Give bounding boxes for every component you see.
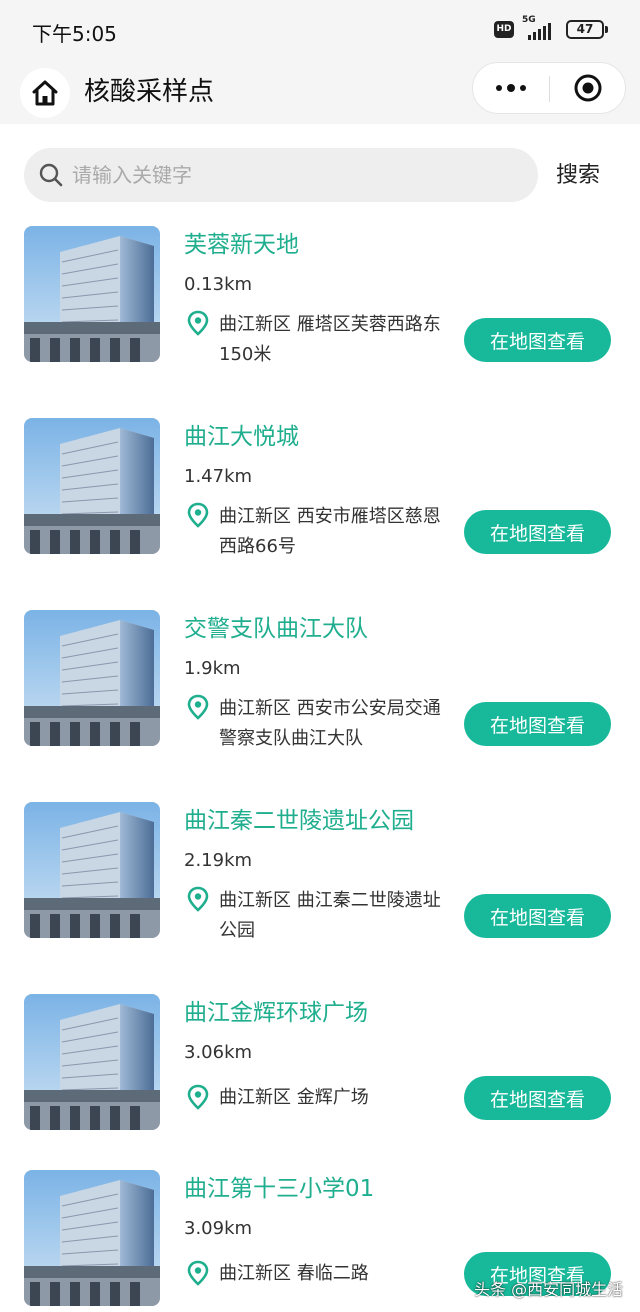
more-button[interactable] — [473, 63, 549, 113]
status-icons: HD 5G 47 — [494, 15, 608, 42]
building-image — [24, 994, 160, 1130]
list-item: 芙蓉新天地 0.13km 曲江新区 雁塔区芙蓉西路东150米 在地图查看 — [0, 226, 640, 376]
site-thumbnail[interactable] — [24, 610, 160, 746]
site-name[interactable]: 曲江大悦城 — [184, 420, 299, 454]
site-name[interactable]: 芙蓉新天地 — [184, 228, 299, 262]
site-thumbnail[interactable] — [24, 418, 160, 554]
site-thumbnail[interactable] — [24, 994, 160, 1130]
list-item: 曲江秦二世陵遗址公园 2.19km 曲江新区 曲江秦二世陵遗址公园 在地图查看 — [0, 802, 640, 952]
site-address: 曲江新区 曲江秦二世陵遗址公园 — [219, 890, 441, 941]
view-on-map-button[interactable]: 在地图查看 — [464, 318, 611, 362]
building-image — [24, 610, 160, 746]
site-address: 曲江新区 西安市雁塔区慈恩西路66号 — [219, 506, 441, 557]
site-name[interactable]: 交警支队曲江大队 — [184, 612, 368, 646]
site-thumbnail[interactable] — [24, 226, 160, 362]
search-icon — [39, 163, 63, 187]
site-address: 曲江新区 雁塔区芙蓉西路东150米 — [219, 314, 441, 365]
location-pin-icon — [187, 502, 209, 528]
home-button[interactable] — [20, 68, 70, 118]
signal-icon: 5G — [522, 15, 558, 40]
site-address: 曲江新区 西安市公安局交通警察支队曲江大队 — [219, 698, 441, 749]
building-image — [24, 802, 160, 938]
mini-program-capsule — [472, 62, 626, 114]
list-item: 交警支队曲江大队 1.9km 曲江新区 西安市公安局交通警察支队曲江大队 在地图… — [0, 610, 640, 760]
more-icon-dot — [496, 85, 502, 91]
nav-bar: 核酸采样点 — [0, 62, 640, 124]
site-name[interactable]: 曲江秦二世陵遗址公园 — [184, 804, 414, 838]
battery-icon: 47 — [566, 19, 608, 39]
site-distance: 3.06km — [184, 1042, 253, 1063]
site-distance: 1.47km — [184, 466, 253, 487]
home-icon — [32, 80, 58, 106]
site-distance: 3.09km — [184, 1218, 253, 1239]
view-on-map-button[interactable]: 在地图查看 — [464, 894, 611, 938]
location-pin-icon — [187, 1084, 209, 1110]
site-address: 曲江新区 金辉广场 — [219, 1087, 369, 1108]
view-on-map-button[interactable]: 在地图查看 — [464, 510, 611, 554]
site-distance: 1.9km — [184, 658, 241, 679]
close-button[interactable] — [550, 63, 626, 113]
more-icon-dot — [507, 84, 515, 92]
site-distance: 2.19km — [184, 850, 253, 871]
building-image — [24, 226, 160, 362]
status-bar: 下午5:05 HD 5G 47 — [0, 0, 640, 62]
more-icon-dot — [520, 85, 526, 91]
building-image — [24, 1170, 160, 1306]
location-pin-icon — [187, 886, 209, 912]
battery-level: 47 — [576, 22, 594, 36]
view-on-map-button[interactable]: 在地图查看 — [464, 702, 611, 746]
close-target-icon — [574, 74, 602, 102]
search-bar — [24, 148, 538, 202]
view-on-map-button[interactable]: 在地图查看 — [464, 1076, 611, 1120]
source-watermark: 头条 @西安同城生活 — [474, 1280, 624, 1299]
site-thumbnail[interactable] — [24, 802, 160, 938]
location-pin-icon — [187, 1260, 209, 1286]
site-name[interactable]: 曲江金辉环球广场 — [184, 996, 368, 1030]
search-button[interactable]: 搜索 — [556, 160, 600, 192]
search-input[interactable] — [72, 163, 512, 187]
list-item: 曲江金辉环球广场 3.06km 曲江新区 金辉广场 在地图查看 — [0, 994, 640, 1144]
status-time: 下午5:05 — [32, 22, 117, 46]
site-address: 曲江新区 春临二路 — [219, 1263, 369, 1284]
site-distance: 0.13km — [184, 274, 253, 295]
location-pin-icon — [187, 694, 209, 720]
list-item: 曲江大悦城 1.47km 曲江新区 西安市雁塔区慈恩西路66号 在地图查看 — [0, 418, 640, 568]
location-pin-icon — [187, 310, 209, 336]
site-thumbnail[interactable] — [24, 1170, 160, 1306]
page-title: 核酸采样点 — [84, 77, 215, 107]
site-name[interactable]: 曲江第十三小学01 — [184, 1172, 374, 1206]
building-image — [24, 418, 160, 554]
hd-icon: HD — [494, 20, 514, 38]
